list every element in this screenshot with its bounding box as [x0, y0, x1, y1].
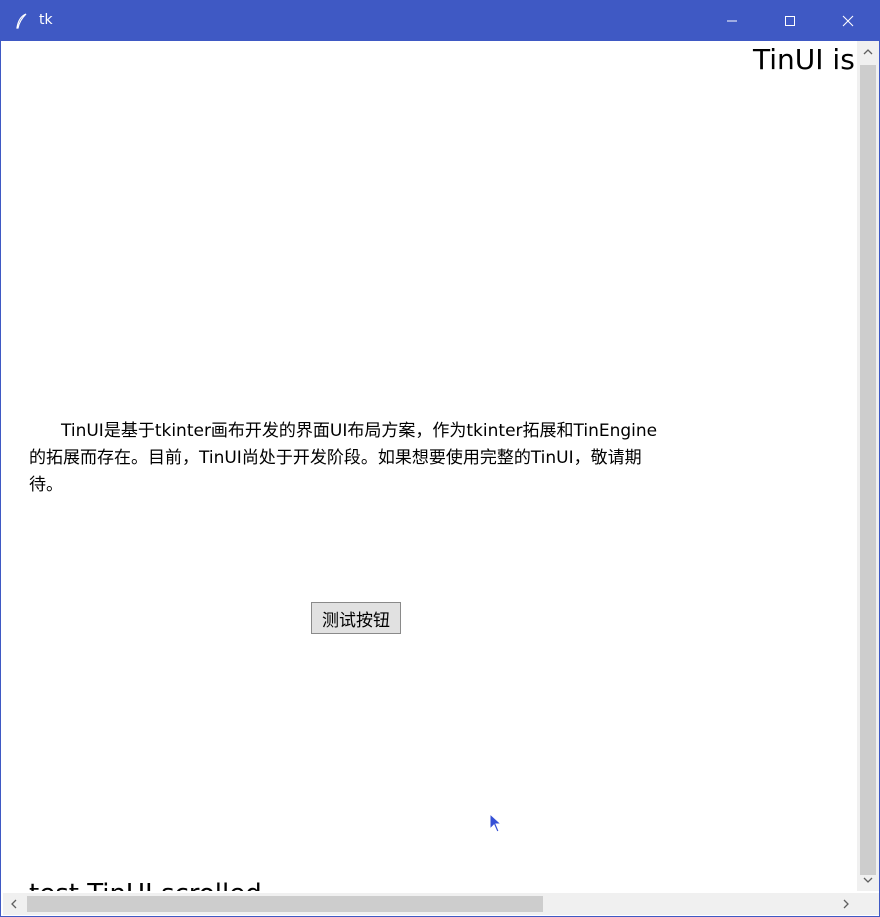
window-title: tk: [39, 12, 53, 28]
maximize-icon: [785, 16, 795, 26]
close-button[interactable]: [819, 1, 877, 41]
feather-icon: [13, 12, 31, 30]
scroll-right-icon[interactable]: [835, 893, 857, 915]
description-paragraph: TinUI是基于tkinter画布开发的界面UI布局方案，作为tkinter拓展…: [29, 421, 658, 495]
bottom-label: test TinUI scrolled: [29, 879, 262, 891]
minimize-button[interactable]: [703, 1, 761, 41]
app-window: tk TinUI is TinUI是基于tkinter画布开发的界面UI布局方案…: [0, 0, 880, 917]
top-right-label: TinUI is: [753, 43, 855, 76]
scroll-down-icon[interactable]: [857, 869, 879, 891]
horizontal-scroll-thumb[interactable]: [27, 896, 543, 912]
scrollbar-corner: [857, 893, 879, 915]
tinui-canvas[interactable]: TinUI is TinUI是基于tkinter画布开发的界面UI布局方案，作为…: [3, 41, 857, 891]
scroll-left-icon[interactable]: [3, 893, 25, 915]
vertical-scrollbar[interactable]: [857, 41, 879, 891]
close-icon: [842, 15, 854, 27]
vertical-scroll-thumb[interactable]: [860, 65, 876, 875]
test-button[interactable]: 测试按钮: [311, 602, 401, 634]
horizontal-scrollbar[interactable]: [3, 893, 857, 915]
maximize-button[interactable]: [761, 1, 819, 41]
minimize-icon: [727, 20, 737, 22]
mouse-cursor-icon: [489, 812, 503, 837]
title-bar[interactable]: tk: [1, 1, 879, 41]
scroll-up-icon[interactable]: [857, 41, 879, 63]
